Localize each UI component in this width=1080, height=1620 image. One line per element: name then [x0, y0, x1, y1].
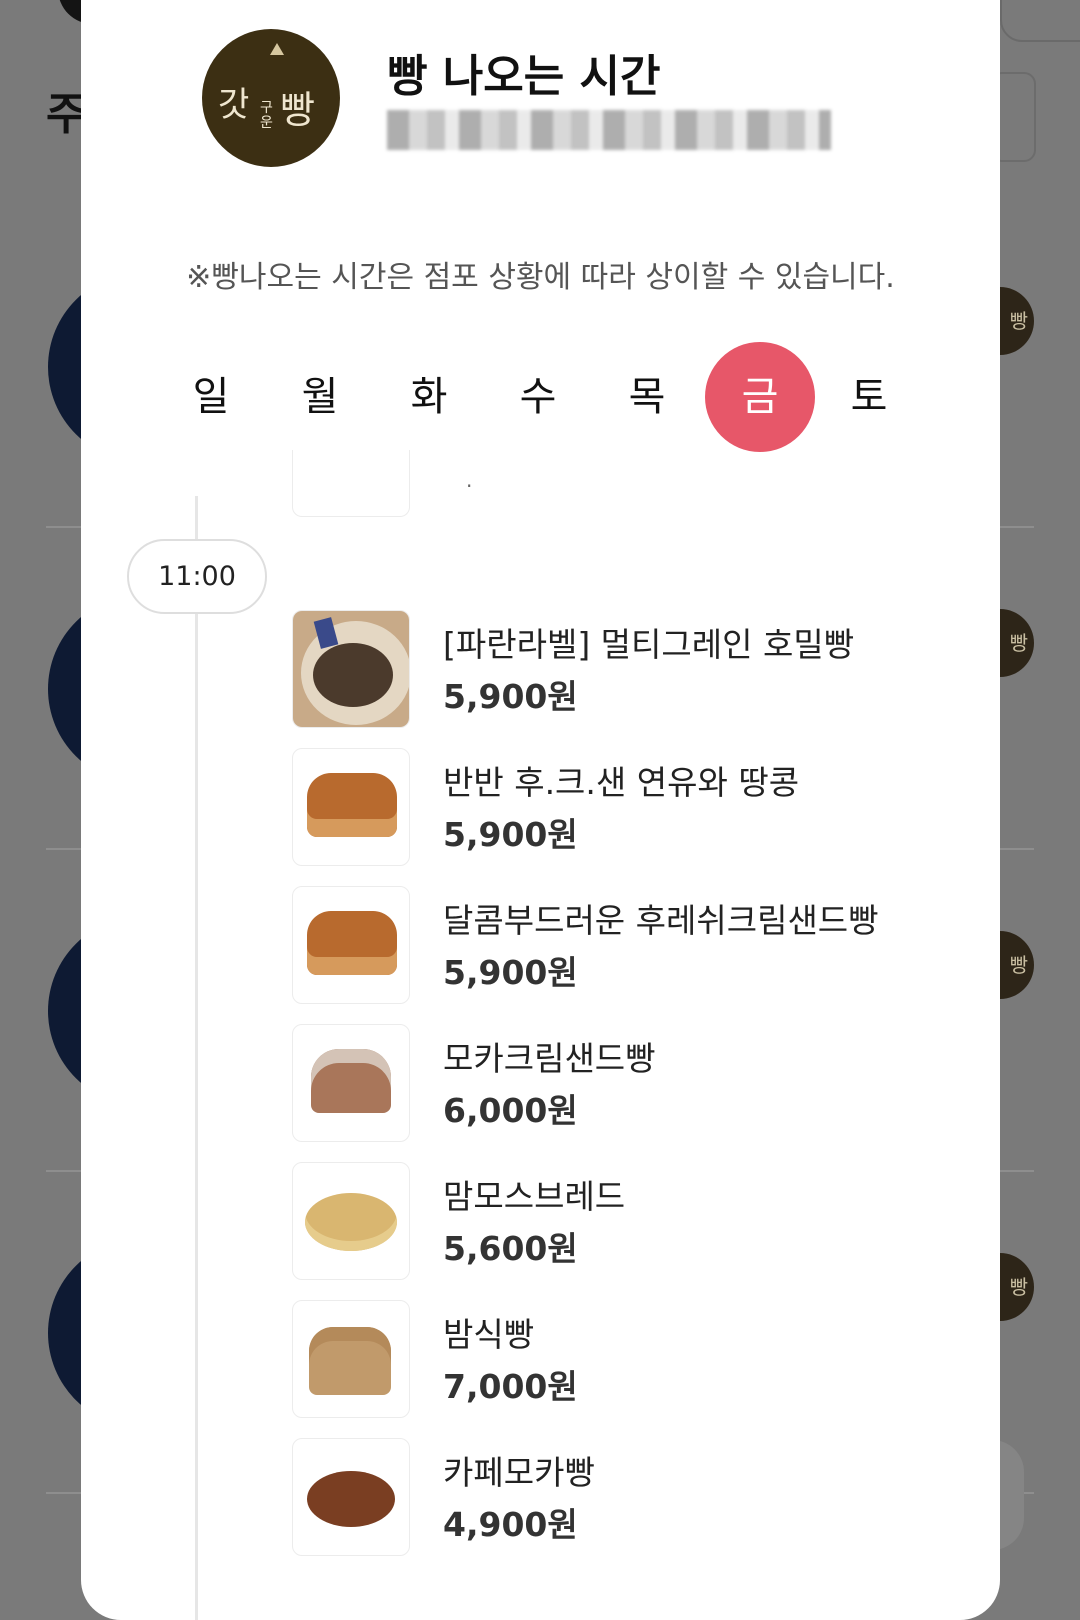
modal-title: 빵 나오는 시간: [387, 51, 661, 102]
bread-price: 6,000원: [443, 1091, 578, 1130]
bread-price: 5,600원: [443, 1229, 578, 1268]
bread-thumbnail: [292, 748, 410, 866]
day-tab-fri[interactable]: 금: [705, 342, 815, 452]
bread-price: 5,900원: [443, 953, 578, 992]
timeline-line: [195, 496, 198, 1620]
bread-item[interactable]: 반반 후.크.샌 연유와 땅콩 5,900원: [292, 748, 932, 866]
store-logo: 갓 구운 빵: [202, 29, 340, 167]
bread-price: 5,900원: [443, 677, 578, 716]
bread-item[interactable]: 밤식빵 7,000원: [292, 1300, 932, 1418]
day-tab-thu[interactable]: 목: [592, 342, 702, 452]
day-tab-sat[interactable]: 토: [814, 342, 924, 452]
bread-name: 모카크림샌드빵: [443, 1039, 656, 1078]
time-slot-badge: 11:00: [127, 539, 267, 614]
bread-name: [파란라벨] 멀티그레인 호밀빵: [443, 625, 855, 664]
bread-thumbnail: [292, 1300, 410, 1418]
bread-item[interactable]: 카페모카빵 4,900원: [292, 1438, 932, 1556]
bread-name: 반반 후.크.샌 연유와 땅콩: [443, 763, 800, 802]
day-selector: 일 월 화 수 목 금 토: [156, 342, 996, 452]
background-button: [1000, 0, 1080, 42]
bread-time-modal: 갓 구운 빵 빵 나오는 시간 ※빵나오는 시간은 점포 상황에 따라 상이할 …: [81, 0, 1000, 1620]
previous-item-thumbnail: [292, 450, 410, 517]
bread-name: 맘모스브레드: [443, 1177, 626, 1216]
lamp-icon: [270, 43, 284, 55]
day-tab-mon[interactable]: 월: [265, 342, 375, 452]
bread-thumbnail: [292, 886, 410, 1004]
bread-price: 7,000원: [443, 1367, 578, 1406]
bread-thumbnail: [292, 1438, 410, 1556]
bread-item[interactable]: [파란라벨] 멀티그레인 호밀빵 5,900원: [292, 610, 932, 728]
bread-item[interactable]: 모카크림샌드빵 6,000원: [292, 1024, 932, 1142]
bread-thumbnail: [292, 1024, 410, 1142]
bread-item[interactable]: 맘모스브레드 5,600원: [292, 1162, 932, 1280]
bread-name: 밤식빵: [443, 1315, 535, 1354]
bread-price: 5,900원: [443, 815, 578, 854]
day-tab-wed[interactable]: 수: [483, 342, 593, 452]
bread-name: 달콤부드러운 후레쉬크림샌드빵: [443, 901, 879, 940]
day-tab-sun[interactable]: 일: [156, 342, 266, 452]
bread-thumbnail: [292, 610, 410, 728]
bread-price: 4,900원: [443, 1505, 578, 1544]
bread-thumbnail: [292, 1162, 410, 1280]
notice-text: ※빵나오는 시간은 점포 상황에 따라 상이할 수 있습니다.: [186, 260, 895, 295]
store-address-blurred: [387, 110, 831, 150]
day-tab-tue[interactable]: 화: [374, 342, 484, 452]
previous-item-text: .: [466, 468, 473, 492]
bread-item[interactable]: 달콤부드러운 후레쉬크림샌드빵 5,900원: [292, 886, 932, 1004]
bread-name: 카페모카빵: [443, 1453, 595, 1492]
